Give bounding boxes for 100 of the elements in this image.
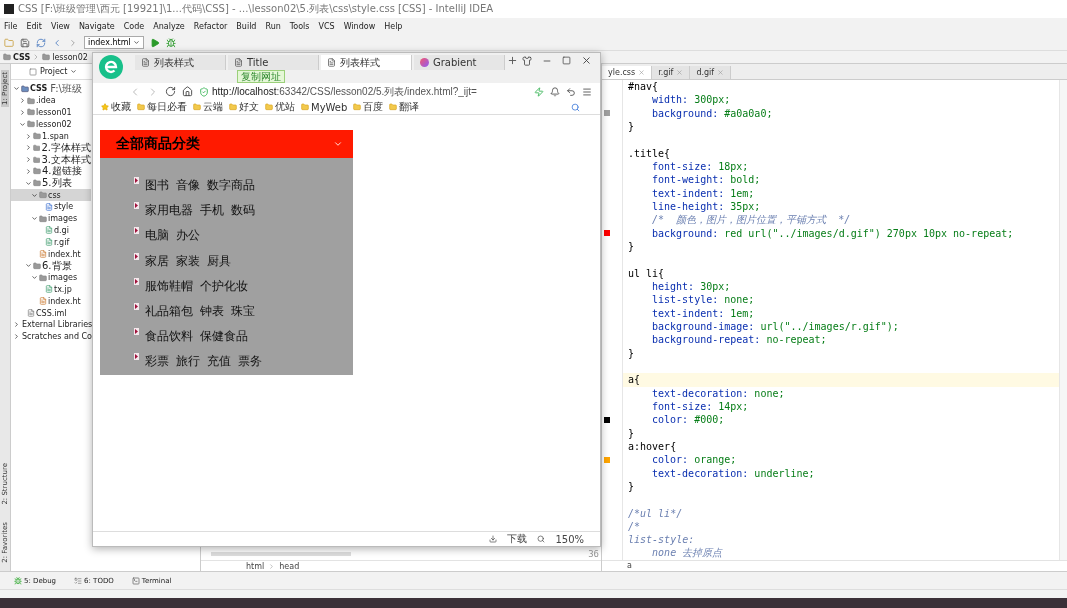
category-link[interactable]: 家居 <box>145 253 169 269</box>
category-link[interactable]: 保健食品 <box>200 329 248 345</box>
tree-item[interactable]: 3.文本样式 <box>11 153 91 166</box>
category-link[interactable]: 旅行 <box>176 354 200 370</box>
tree-item[interactable]: index.ht <box>11 295 91 308</box>
run-icon[interactable] <box>149 37 160 48</box>
tree-item[interactable]: lesson01 <box>11 106 91 119</box>
bookmark-item[interactable]: 翻译 <box>389 100 420 114</box>
tree-item[interactable]: Scratches and Co <box>11 330 91 343</box>
tree-item[interactable]: CSS F:\班级 <box>11 83 91 95</box>
menu-item[interactable]: Window <box>343 22 376 31</box>
tree-item[interactable]: r.gif <box>11 236 91 249</box>
category-link[interactable]: 礼品箱包 <box>145 304 193 320</box>
editor-tab[interactable]: d.gif <box>690 66 732 79</box>
lightning-icon[interactable] <box>534 86 544 97</box>
new-tab-icon[interactable] <box>507 55 518 66</box>
tree-item[interactable]: .idea <box>11 94 91 107</box>
category-link[interactable]: 充值 <box>207 354 231 370</box>
menu-icon[interactable] <box>582 86 592 97</box>
breadcrumb-item[interactable]: head <box>279 561 300 571</box>
tree-item[interactable]: CSS.iml <box>11 307 91 319</box>
tree-item[interactable]: css <box>11 189 91 201</box>
category-link[interactable]: 食品饮料 <box>145 329 193 345</box>
save-icon[interactable] <box>20 37 30 48</box>
bookmark-item[interactable]: 优站 <box>265 100 295 114</box>
bookmark-item[interactable]: MyWeb <box>301 101 348 113</box>
category-link[interactable]: 家装 <box>176 253 200 269</box>
menu-item[interactable]: Run <box>265 22 281 31</box>
undo-icon[interactable] <box>566 86 576 97</box>
tree-item[interactable]: 2.字体样式 <box>11 142 91 154</box>
sync-icon[interactable] <box>36 37 46 48</box>
menu-item[interactable]: VCS <box>318 22 335 31</box>
category-link[interactable]: 办公 <box>176 228 200 244</box>
tree-item[interactable]: style <box>11 200 91 213</box>
bookmark-item[interactable]: 收藏 <box>101 100 131 114</box>
menu-item[interactable]: Navigate <box>78 22 115 31</box>
editor-tab[interactable]: r.gif <box>652 66 691 79</box>
panel-title[interactable]: Project <box>40 67 68 76</box>
search-icon[interactable] <box>571 102 580 112</box>
category-link[interactable]: 数字商品 <box>207 178 255 194</box>
home-icon[interactable] <box>182 86 193 97</box>
address-field[interactable]: http://localhost:63342/CSS/lesson02/5.列表/index.html?_ijt= <box>199 84 528 99</box>
scrollbar[interactable] <box>1059 80 1067 560</box>
menu-item[interactable]: Help <box>384 22 403 31</box>
menu-item[interactable]: File <box>4 22 18 31</box>
category-link[interactable]: 珠宝 <box>231 304 255 320</box>
tree-item[interactable]: images <box>11 271 91 284</box>
tree-item[interactable]: 6.背景 <box>11 259 91 272</box>
tree-item[interactable]: images <box>11 212 91 225</box>
menu-item[interactable]: Edit <box>26 22 42 31</box>
category-link[interactable]: 票务 <box>238 354 262 370</box>
bookmark-item[interactable]: 每日必看 <box>137 100 187 114</box>
category-link[interactable]: 电脑 <box>145 228 169 244</box>
zoom-level[interactable]: 150% <box>555 533 584 545</box>
breadcrumb-item[interactable]: CSS <box>13 52 31 62</box>
menu-item[interactable]: Tools <box>289 22 310 31</box>
run-config-dropdown[interactable]: index.html <box>84 36 144 49</box>
zoom-icon[interactable] <box>537 535 546 543</box>
tree-item[interactable]: 1.span <box>11 130 91 142</box>
browser-tab[interactable]: 列表样式 <box>321 55 412 70</box>
reload-icon[interactable] <box>165 86 176 97</box>
tree-item[interactable]: 5.列表 <box>11 177 91 190</box>
breadcrumb-item[interactable]: lesson02 <box>52 52 88 62</box>
download-label[interactable]: 下载 <box>507 532 528 546</box>
menu-item[interactable]: Build <box>236 22 257 31</box>
download-icon[interactable] <box>489 535 498 543</box>
breadcrumb-item[interactable]: html <box>246 561 265 571</box>
tree-item[interactable]: d.gi <box>11 224 91 237</box>
category-link[interactable]: 音像 <box>176 178 200 194</box>
close-icon[interactable] <box>581 55 592 66</box>
menu-item[interactable]: View <box>50 22 70 31</box>
tree-item[interactable]: External Libraries <box>11 318 91 331</box>
tree-item[interactable]: tx.jp <box>11 283 91 296</box>
browser-tab[interactable]: Grabient <box>414 55 505 70</box>
category-link[interactable]: 家用电器 <box>145 203 193 219</box>
tree-item[interactable]: 4.超链接 <box>11 165 91 178</box>
tree-item[interactable]: lesson02 <box>11 118 91 131</box>
bell-icon[interactable] <box>550 86 560 97</box>
debug-icon[interactable] <box>165 37 176 48</box>
bookmark-item[interactable]: 好文 <box>229 100 259 114</box>
bookmark-item[interactable]: 百度 <box>353 100 384 114</box>
category-link[interactable]: 手机 <box>200 203 224 219</box>
category-link[interactable]: 服饰鞋帽 <box>145 278 193 294</box>
category-link[interactable]: 厨具 <box>207 253 231 269</box>
category-link[interactable]: 图书 <box>145 178 169 194</box>
caret-icon[interactable] <box>70 68 78 75</box>
menu-item[interactable]: Analyze <box>153 22 185 31</box>
category-link[interactable]: 个护化妆 <box>200 278 248 294</box>
category-link[interactable]: 数码 <box>231 203 255 219</box>
category-link[interactable]: 钟表 <box>200 304 224 320</box>
browser-tab[interactable]: 列表样式 <box>135 55 226 70</box>
menu-item[interactable]: Code <box>123 22 145 31</box>
maximize-icon[interactable] <box>562 56 571 65</box>
breadcrumb-item[interactable]: a <box>627 561 632 570</box>
back-icon[interactable] <box>52 37 62 48</box>
category-link[interactable]: 彩票 <box>145 354 169 370</box>
browser-tab[interactable]: Title <box>228 55 319 70</box>
tree-item[interactable]: index.ht <box>11 248 91 260</box>
shirt-icon[interactable] <box>522 55 532 66</box>
editor-tab[interactable]: yle.css <box>602 66 653 79</box>
